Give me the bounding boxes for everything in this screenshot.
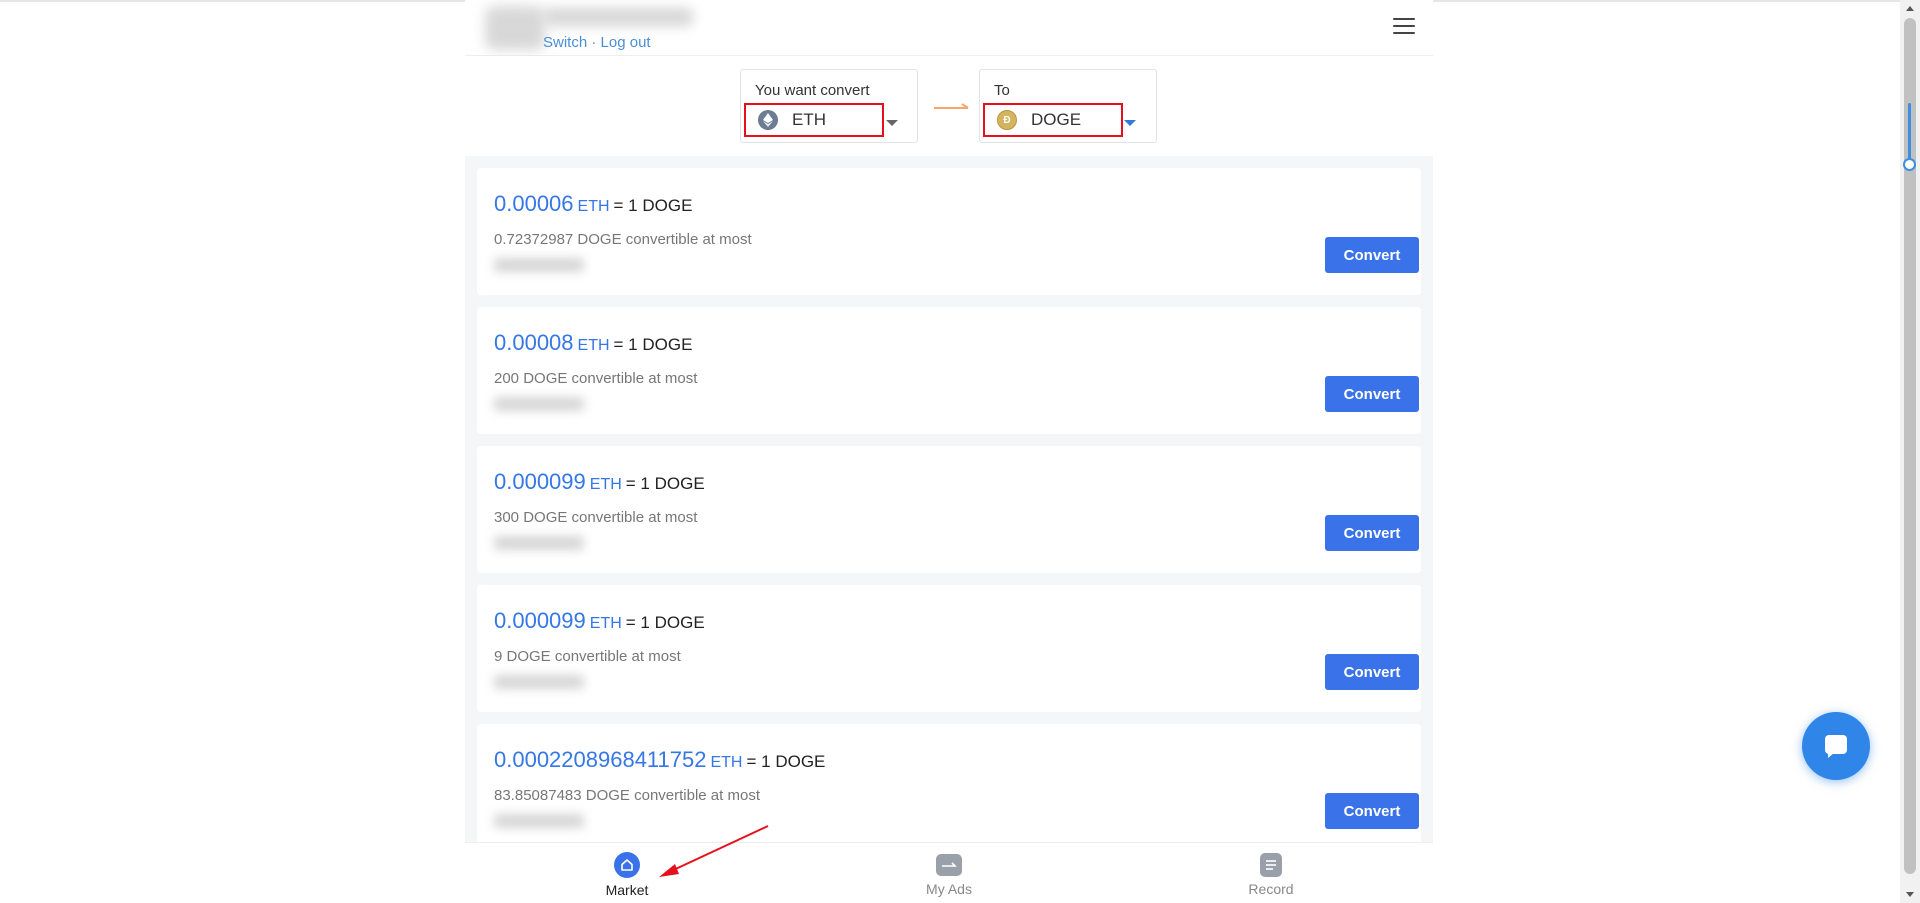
redacted-info bbox=[494, 258, 584, 272]
offer-card: 0.00006 ETH = 1 DOGE 0.72372987 DOGE conve… bbox=[477, 168, 1421, 295]
market-icon bbox=[614, 852, 640, 878]
convert-button[interactable]: Convert bbox=[1325, 237, 1419, 273]
chat-icon bbox=[1825, 735, 1847, 758]
limit-text: 200 DOGE convertible at most bbox=[494, 370, 698, 387]
redacted-info bbox=[494, 814, 584, 828]
scroll-indicator-handle bbox=[1903, 158, 1916, 171]
rate-unit: ETH bbox=[577, 337, 610, 354]
chevron-down-icon[interactable] bbox=[1124, 120, 1136, 126]
limit-text: 0.72372987 DOGE convertible at most bbox=[494, 231, 752, 248]
arrow-right-icon bbox=[934, 103, 969, 109]
scrollbar[interactable] bbox=[1900, 0, 1920, 903]
rate-value: 0.000099 bbox=[494, 608, 586, 633]
rate-equivalent: = 1 DOGE bbox=[613, 335, 693, 354]
to-coin: DOGE bbox=[1031, 110, 1082, 129]
link-separator: · bbox=[587, 34, 601, 51]
from-value[interactable]: ETH bbox=[744, 103, 884, 137]
convert-button[interactable]: Convert bbox=[1325, 376, 1419, 412]
from-currency-select[interactable]: You want convert ETH bbox=[740, 69, 918, 143]
convert-button[interactable]: Convert bbox=[1325, 793, 1419, 829]
header: Switch · Log out bbox=[465, 0, 1433, 56]
rate-value: 0.00006 bbox=[494, 191, 574, 216]
record-icon bbox=[1260, 853, 1282, 877]
rate-line: 0.00008 ETH = 1 DOGE bbox=[494, 330, 692, 356]
to-label: To bbox=[994, 82, 1010, 99]
from-label: You want convert bbox=[755, 82, 870, 99]
rate-value: 0.000099 bbox=[494, 469, 586, 494]
chat-button[interactable] bbox=[1802, 712, 1870, 780]
menu-icon[interactable] bbox=[1393, 18, 1415, 36]
rate-line: 0.000099 ETH = 1 DOGE bbox=[494, 469, 705, 495]
offer-card: 0.00008 ETH = 1 DOGE 200 DOGE convertible … bbox=[477, 307, 1421, 434]
my-ads-icon bbox=[936, 854, 962, 876]
rate-value: 0.00008 bbox=[494, 330, 574, 355]
avatar bbox=[485, 6, 545, 50]
doge-icon: Ð bbox=[997, 110, 1017, 130]
from-coin: ETH bbox=[792, 110, 826, 129]
rate-equivalent: = 1 DOGE bbox=[625, 613, 705, 632]
rate-equivalent: = 1 DOGE bbox=[625, 474, 705, 493]
rate-unit: ETH bbox=[710, 754, 743, 771]
scroll-down-icon[interactable] bbox=[1906, 892, 1914, 897]
redacted-info bbox=[494, 536, 584, 550]
rate-equivalent: = 1 DOGE bbox=[613, 196, 693, 215]
convert-button[interactable]: Convert bbox=[1325, 654, 1419, 690]
tab-market[interactable]: Market bbox=[567, 843, 687, 903]
to-currency-select[interactable]: To Ð DOGE bbox=[979, 69, 1157, 143]
switch-link[interactable]: Switch bbox=[543, 34, 587, 51]
limit-text: 9 DOGE convertible at most bbox=[494, 648, 681, 665]
rate-line: 0.0002208968411752 ETH = 1 DOGE bbox=[494, 747, 825, 773]
offer-card: 0.0002208968411752 ETH = 1 DOGE 83.8508748… bbox=[477, 724, 1421, 842]
offer-list: 0.00006 ETH = 1 DOGE 0.72372987 DOGE conve… bbox=[465, 156, 1433, 842]
rate-unit: ETH bbox=[577, 198, 610, 215]
scroll-up-icon[interactable] bbox=[1906, 6, 1914, 11]
limit-text: 83.85087483 DOGE convertible at most bbox=[494, 787, 760, 804]
tab-record[interactable]: Record bbox=[1211, 843, 1331, 903]
bottom-nav: Market My Ads Record bbox=[465, 842, 1433, 903]
rate-unit: ETH bbox=[589, 615, 622, 632]
rate-equivalent: = 1 DOGE bbox=[746, 752, 826, 771]
app-container: Switch · Log out You want convert ETH To… bbox=[465, 0, 1433, 903]
tab-market-label: Market bbox=[605, 882, 649, 898]
tab-my-ads[interactable]: My Ads bbox=[889, 843, 1009, 903]
scroll-indicator bbox=[1908, 103, 1911, 165]
rate-line: 0.00006 ETH = 1 DOGE bbox=[494, 191, 692, 217]
rate-unit: ETH bbox=[589, 476, 622, 493]
rate-line: 0.000099 ETH = 1 DOGE bbox=[494, 608, 705, 634]
username-redacted bbox=[543, 8, 693, 26]
rate-value: 0.0002208968411752 bbox=[494, 747, 707, 772]
convert-button[interactable]: Convert bbox=[1325, 515, 1419, 551]
offer-card: 0.000099 ETH = 1 DOGE 300 DOGE convertible… bbox=[477, 446, 1421, 573]
logout-link[interactable]: Log out bbox=[601, 34, 651, 51]
redacted-info bbox=[494, 675, 584, 689]
currency-selectors: You want convert ETH To Ð DOGE bbox=[465, 56, 1433, 156]
redacted-info bbox=[494, 397, 584, 411]
account-links: Switch · Log out bbox=[543, 34, 651, 51]
limit-text: 300 DOGE convertible at most bbox=[494, 509, 698, 526]
tab-my-ads-label: My Ads bbox=[926, 881, 972, 897]
chevron-down-icon[interactable] bbox=[886, 120, 898, 126]
eth-icon bbox=[758, 110, 778, 130]
offer-card: 0.000099 ETH = 1 DOGE 9 DOGE convertible a… bbox=[477, 585, 1421, 712]
to-value[interactable]: Ð DOGE bbox=[983, 103, 1123, 137]
tab-record-label: Record bbox=[1248, 881, 1294, 897]
